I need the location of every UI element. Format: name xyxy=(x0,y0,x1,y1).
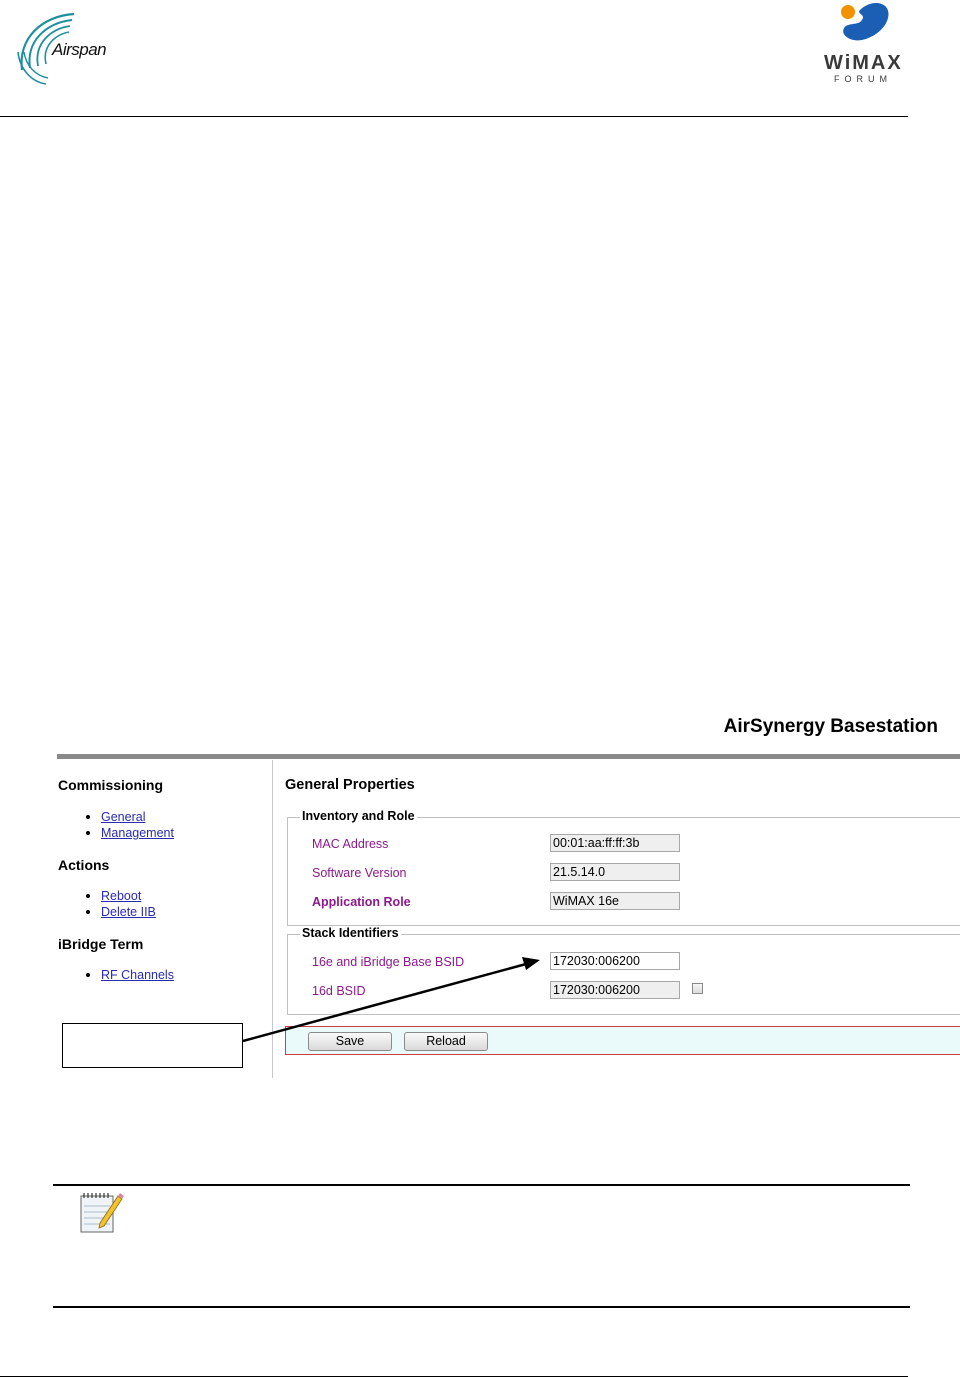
sidebar-link-delete-iib[interactable]: Delete IIB xyxy=(101,905,156,919)
sidebar-list-actions: Reboot Delete IIB xyxy=(58,888,156,920)
save-button[interactable]: Save xyxy=(308,1032,392,1051)
main-panel-title: General Properties xyxy=(285,777,415,793)
sidebar-divider xyxy=(272,760,273,1078)
sidebar-heading-commissioning: Commissioning xyxy=(58,777,164,793)
notepad-pencil-icon xyxy=(80,1193,124,1233)
sidebar-link-management[interactable]: Management xyxy=(101,826,174,840)
header-divider xyxy=(0,116,908,117)
sidebar-link-rf-channels[interactable]: RF Channels xyxy=(101,968,174,982)
sidebar-item-rf-channels[interactable]: RF Channels xyxy=(58,967,174,983)
sidebar-link-reboot[interactable]: Reboot xyxy=(101,889,141,903)
inventory-role-legend: Inventory and Role xyxy=(300,809,417,823)
sidebar-item-delete-iib[interactable]: Delete IIB xyxy=(58,904,156,920)
software-version-label: Software Version xyxy=(312,866,407,880)
sidebar-list-commissioning: General Management xyxy=(58,809,174,841)
software-version-field[interactable]: 21.5.14.0 xyxy=(550,863,680,881)
sidebar-heading-ibridge-term: iBridge Term xyxy=(58,936,144,952)
app-title: AirSynergy Basestation xyxy=(723,716,938,737)
callout-arrow-icon xyxy=(242,957,540,1043)
sidebar-item-reboot[interactable]: Reboot xyxy=(58,888,156,904)
airspan-logo-text: Airspan xyxy=(52,40,107,59)
note-top-rule xyxy=(53,1184,910,1186)
stack-identifiers-legend: Stack Identifiers xyxy=(300,926,401,940)
reload-button[interactable]: Reload xyxy=(404,1032,488,1051)
sidebar-link-general[interactable]: General xyxy=(101,810,145,824)
sidebar-heading-actions: Actions xyxy=(58,857,110,873)
button-bar: Save Reload xyxy=(285,1026,960,1055)
16d-bsid-label: 16d BSID xyxy=(312,984,366,998)
16d-bsid-field[interactable]: 172030:006200 xyxy=(550,981,680,999)
mac-address-field[interactable]: 00:01:aa:ff:ff:3b xyxy=(550,834,680,852)
base-bsid-label: 16e and iBridge Base BSID xyxy=(312,955,465,969)
sidebar-list-ibridge-term: RF Channels xyxy=(58,967,174,983)
base-bsid-input[interactable]: 172030:006200 xyxy=(550,952,680,970)
sidebar-item-general[interactable]: General xyxy=(58,809,174,825)
application-role-field[interactable]: WiMAX 16e xyxy=(550,892,680,910)
stack-identifiers-group: Stack Identifiers xyxy=(287,926,960,1015)
app-header-bar xyxy=(57,754,960,759)
wimax-logo-text: WiMAX xyxy=(824,52,903,74)
16d-bsid-checkbox[interactable] xyxy=(692,983,703,994)
note-bottom-rule xyxy=(53,1306,910,1308)
callout-box xyxy=(62,1023,243,1068)
wimax-forum-subtext: FORUM xyxy=(834,74,892,84)
application-role-label: Application Role xyxy=(312,895,411,909)
mac-address-label: MAC Address xyxy=(312,837,389,851)
sidebar-item-management[interactable]: Management xyxy=(58,825,174,841)
